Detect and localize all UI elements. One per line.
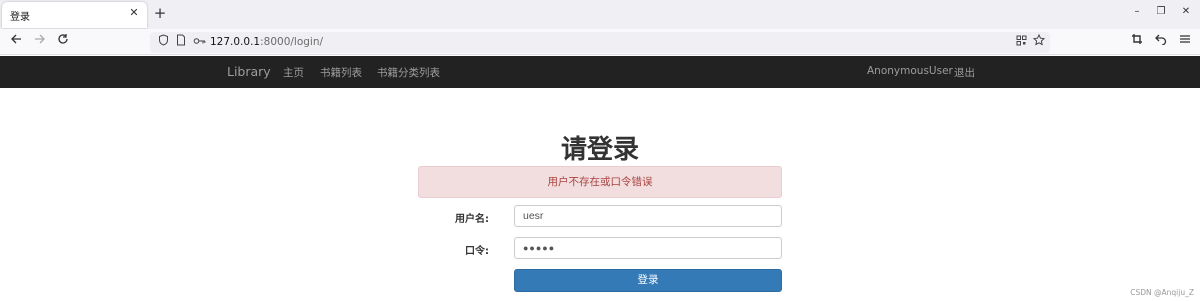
page-icon[interactable] <box>174 34 188 51</box>
nav-user-link[interactable]: AnonymousUser <box>867 65 953 77</box>
key-icon[interactable] <box>192 34 206 51</box>
url-text[interactable]: 127.0.0.1:8000/login/ <box>210 35 323 50</box>
error-alert: 用户不存在或口令错误 <box>418 166 782 198</box>
browser-tab[interactable]: 登录 ✕ <box>2 2 147 28</box>
crop-icon[interactable] <box>1128 33 1146 51</box>
nav-link-category-list[interactable]: 书籍分类列表 <box>377 65 440 80</box>
username-input[interactable]: uesr <box>514 205 782 227</box>
new-tab-button[interactable]: + <box>153 5 167 21</box>
nav-link-book-list[interactable]: 书籍列表 <box>320 65 362 80</box>
app-navbar: Library 主页 书籍列表 书籍分类列表 AnonymousUser 退出 <box>0 56 1200 88</box>
watermark: CSDN @Anqiju_Z <box>1130 288 1194 297</box>
close-tab-icon[interactable]: ✕ <box>127 6 141 20</box>
address-bar[interactable]: 127.0.0.1:8000/login/ <box>150 32 1050 53</box>
url-host: 127.0.0.1 <box>210 36 261 48</box>
restore-window-icon[interactable]: ❐ <box>1154 6 1168 17</box>
close-window-icon[interactable]: ✕ <box>1179 6 1193 17</box>
undo-icon[interactable] <box>1152 33 1170 51</box>
bookmark-star-icon[interactable] <box>1032 33 1046 51</box>
reload-icon[interactable] <box>54 33 72 51</box>
nav-logout-link[interactable]: 退出 <box>954 65 975 80</box>
url-path: :8000/login/ <box>260 36 324 48</box>
minimize-window-icon[interactable]: – <box>1130 6 1144 17</box>
password-input[interactable]: ●●●●● <box>514 237 782 259</box>
brand-link[interactable]: Library <box>227 64 271 79</box>
qr-code-icon[interactable] <box>1014 34 1028 51</box>
password-label: 口令: <box>465 246 489 257</box>
browser-toolbar: 127.0.0.1:8000/login/ <box>0 29 1200 55</box>
tab-title: 登录 <box>10 12 30 23</box>
shield-icon[interactable] <box>156 34 170 51</box>
forward-arrow-icon[interactable] <box>31 33 49 51</box>
login-button[interactable]: 登录 <box>514 269 782 292</box>
back-arrow-icon[interactable] <box>7 33 25 51</box>
menu-icon[interactable] <box>1176 33 1194 51</box>
nav-link-home[interactable]: 主页 <box>283 65 304 80</box>
username-label: 用户名: <box>455 214 489 225</box>
page-title: 请登录 <box>560 135 639 165</box>
browser-tab-strip: 登录 ✕ + – ❐ ✕ <box>0 0 1200 29</box>
